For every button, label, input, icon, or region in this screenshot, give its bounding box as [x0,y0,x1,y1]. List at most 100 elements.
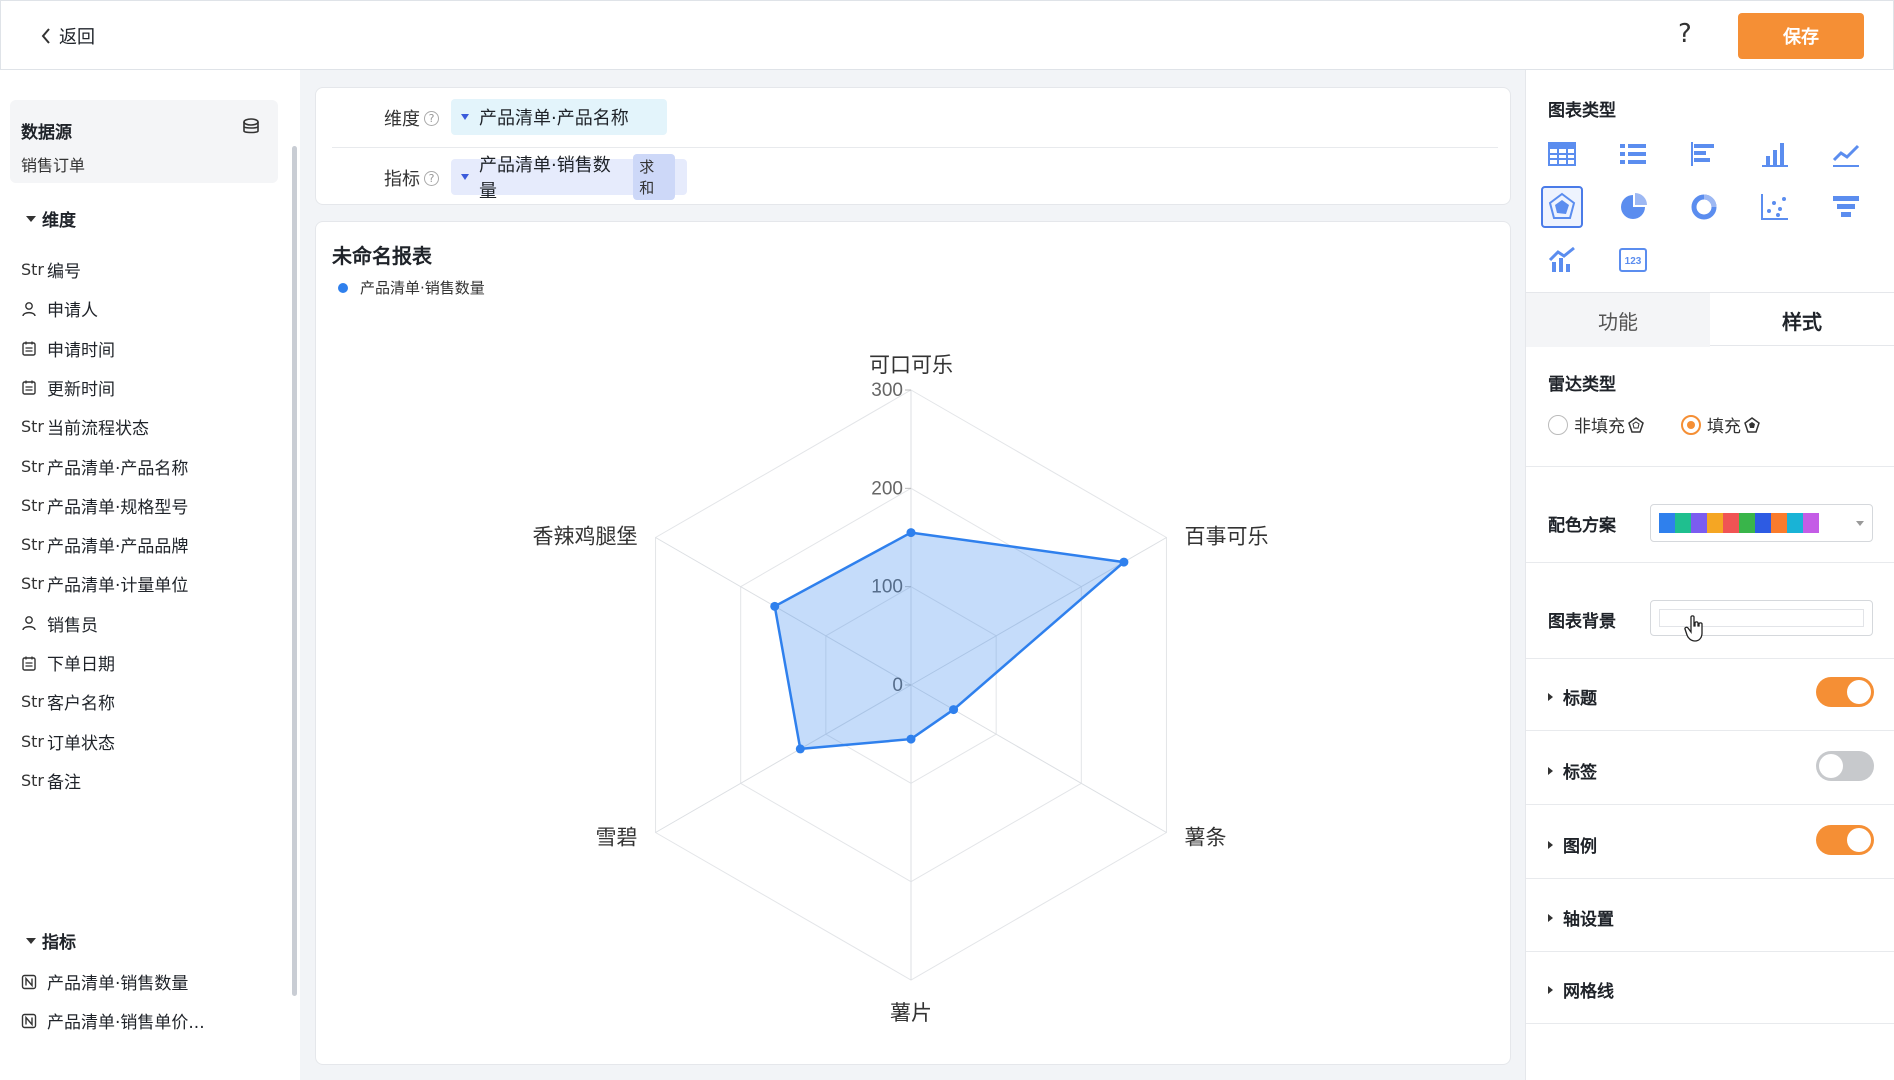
number-icon [21,974,47,990]
help-circle-icon[interactable]: ? [424,110,439,126]
radio-circle-selected[interactable] [1681,414,1701,435]
string-type-marker: Str [21,692,45,712]
dimension-field-item[interactable]: Str 产品清单·计量单位 [21,571,188,596]
section-toggle[interactable] [1816,677,1874,707]
scatter-icon[interactable] [1754,186,1796,228]
metric-row: 指标? 产品清单·销售数量 求和 [332,147,1498,206]
divider [1526,804,1894,805]
radar-type-title: 雷达类型 [1548,375,1616,395]
radar-data-point [770,601,780,611]
datasource-card[interactable]: 数据源 销售订单 [10,100,278,183]
dimension-field-item[interactable]: Str 产品清单·产品名称 [21,454,188,479]
sidebar-scrollbar[interactable] [292,146,297,996]
calendar-icon [21,655,47,671]
divider [1526,951,1894,952]
chart-bg-label: 图表背景 [1548,612,1616,632]
help-icon[interactable]: ? [1678,19,1692,49]
divider [1526,1023,1894,1024]
dimension-value: 产品清单·产品名称 [479,108,629,129]
pie-chart-icon[interactable] [1612,186,1654,228]
section-toggle[interactable] [1816,751,1874,781]
aggregation-badge[interactable]: 求和 [633,154,675,200]
dimension-pill[interactable]: 产品清单·产品名称 [451,99,667,135]
color-scheme-label: 配色方案 [1548,516,1616,536]
radar-data-point [906,734,916,744]
section-label: 轴设置 [1563,910,1614,930]
string-type-marker: Str [21,260,45,279]
dimension-field-item[interactable]: 下单日期 [21,650,115,675]
table-icon[interactable] [1541,133,1583,175]
string-type-marker: Str [21,731,45,751]
donut-chart-icon[interactable] [1683,186,1725,228]
caret-down-icon[interactable] [461,114,469,120]
metric-pill[interactable]: 产品清单·销售数量 求和 [451,154,687,202]
radio-unfilled[interactable]: 非填充 [1548,412,1645,437]
tab-style[interactable]: 样式 [1710,293,1894,347]
field-sidebar: 数据源 销售订单 维度 Str 编号 申请人 申请时间 更新时间 Str 当前流程状态 Str… [0,70,300,1080]
metric-field-item[interactable]: 产品清单·销售单价... [21,1008,205,1033]
dimension-field-item[interactable]: Str 产品清单·规格型号 [21,493,188,518]
field-config-panel: 维度? 产品清单·产品名称 指标? 产品清单·销售数量 求和 [315,87,1511,205]
radar-data-point [906,528,916,538]
database-icon[interactable] [242,118,262,140]
list-icon[interactable] [1612,133,1654,175]
radio-filled[interactable]: 填充 [1681,412,1761,437]
line-chart-icon[interactable] [1825,133,1867,175]
dimension-field-item[interactable]: 更新时间 [21,375,115,400]
dimension-field-item[interactable]: Str 客户名称 [21,689,115,714]
save-button[interactable]: 保存 [1738,13,1864,59]
dimension-field-label: 产品清单·规格型号 [47,497,189,518]
settings-panel: 图表类型 123 功能 样式 雷达类型 非填充 填充 配色方案 图表背景 标题标… [1525,70,1894,1080]
chart-type-title: 图表类型 [1548,101,1616,121]
string-type-marker: Str [21,770,45,790]
dimension-field-label: 备注 [47,772,81,793]
number-icon [21,1013,47,1029]
bar-horizontal-icon[interactable] [1683,133,1725,175]
radar-category-label: 可口可乐 [869,354,953,377]
toggle-knob [1847,680,1871,704]
datasource-name: 销售订单 [21,156,86,175]
section-toggle[interactable] [1816,825,1874,855]
dimension-field-item[interactable]: 销售员 [21,611,98,636]
dimension-field-item[interactable]: Str 当前流程状态 [21,414,149,439]
back-button[interactable]: 返回 [41,23,95,49]
caret-down-icon [26,937,36,944]
section-2-header[interactable]: 图例 [1548,832,1597,857]
bar-chart-icon[interactable] [1754,133,1796,175]
dimension-field-item[interactable]: Str 订单状态 [21,729,115,754]
user-icon [21,301,47,317]
dimension-field-item[interactable]: Str 备注 [21,768,81,793]
dimension-field-label: 申请人 [47,301,98,322]
help-circle-icon[interactable]: ? [424,170,439,186]
funnel-icon[interactable] [1825,186,1867,228]
section-0-header[interactable]: 标题 [1548,684,1597,709]
dimension-field-item[interactable]: Str 产品清单·产品品牌 [21,532,188,557]
number-card-icon[interactable]: 123 [1612,239,1654,281]
toggle-knob [1847,828,1871,852]
color-scheme-select[interactable] [1650,504,1873,542]
dimension-field-item[interactable]: 申请人 [21,296,98,321]
datasource-title: 数据源 [21,123,72,143]
dimensions-section-header[interactable]: 维度 [26,206,76,231]
metrics-section-header[interactable]: 指标 [26,928,76,953]
string-type-marker: Str [21,417,45,437]
section-3-header[interactable]: 轴设置 [1548,905,1614,930]
dimension-field-item[interactable]: Str 编号 [21,257,81,282]
radar-icon[interactable] [1541,186,1583,228]
radar-category-label: 薯条 [1184,827,1226,850]
string-type-marker: Str [21,535,45,555]
section-label: 标签 [1563,763,1597,783]
combo-chart-icon[interactable] [1541,239,1583,281]
section-1-header[interactable]: 标签 [1548,758,1597,783]
dimension-field-item[interactable]: 申请时间 [21,336,115,361]
tab-function[interactable]: 功能 [1526,293,1710,347]
section-label: 图例 [1563,837,1597,857]
palette-swatch [1691,513,1707,533]
section-4-header[interactable]: 网格线 [1548,977,1614,1002]
metric-field-item[interactable]: 产品清单·销售数量 [21,969,188,994]
string-type-marker: Str [21,574,45,594]
caret-down-icon[interactable] [461,174,469,180]
radio-circle[interactable] [1548,414,1568,435]
caret-right-icon [1548,985,1553,994]
section-label: 网格线 [1563,982,1614,1002]
